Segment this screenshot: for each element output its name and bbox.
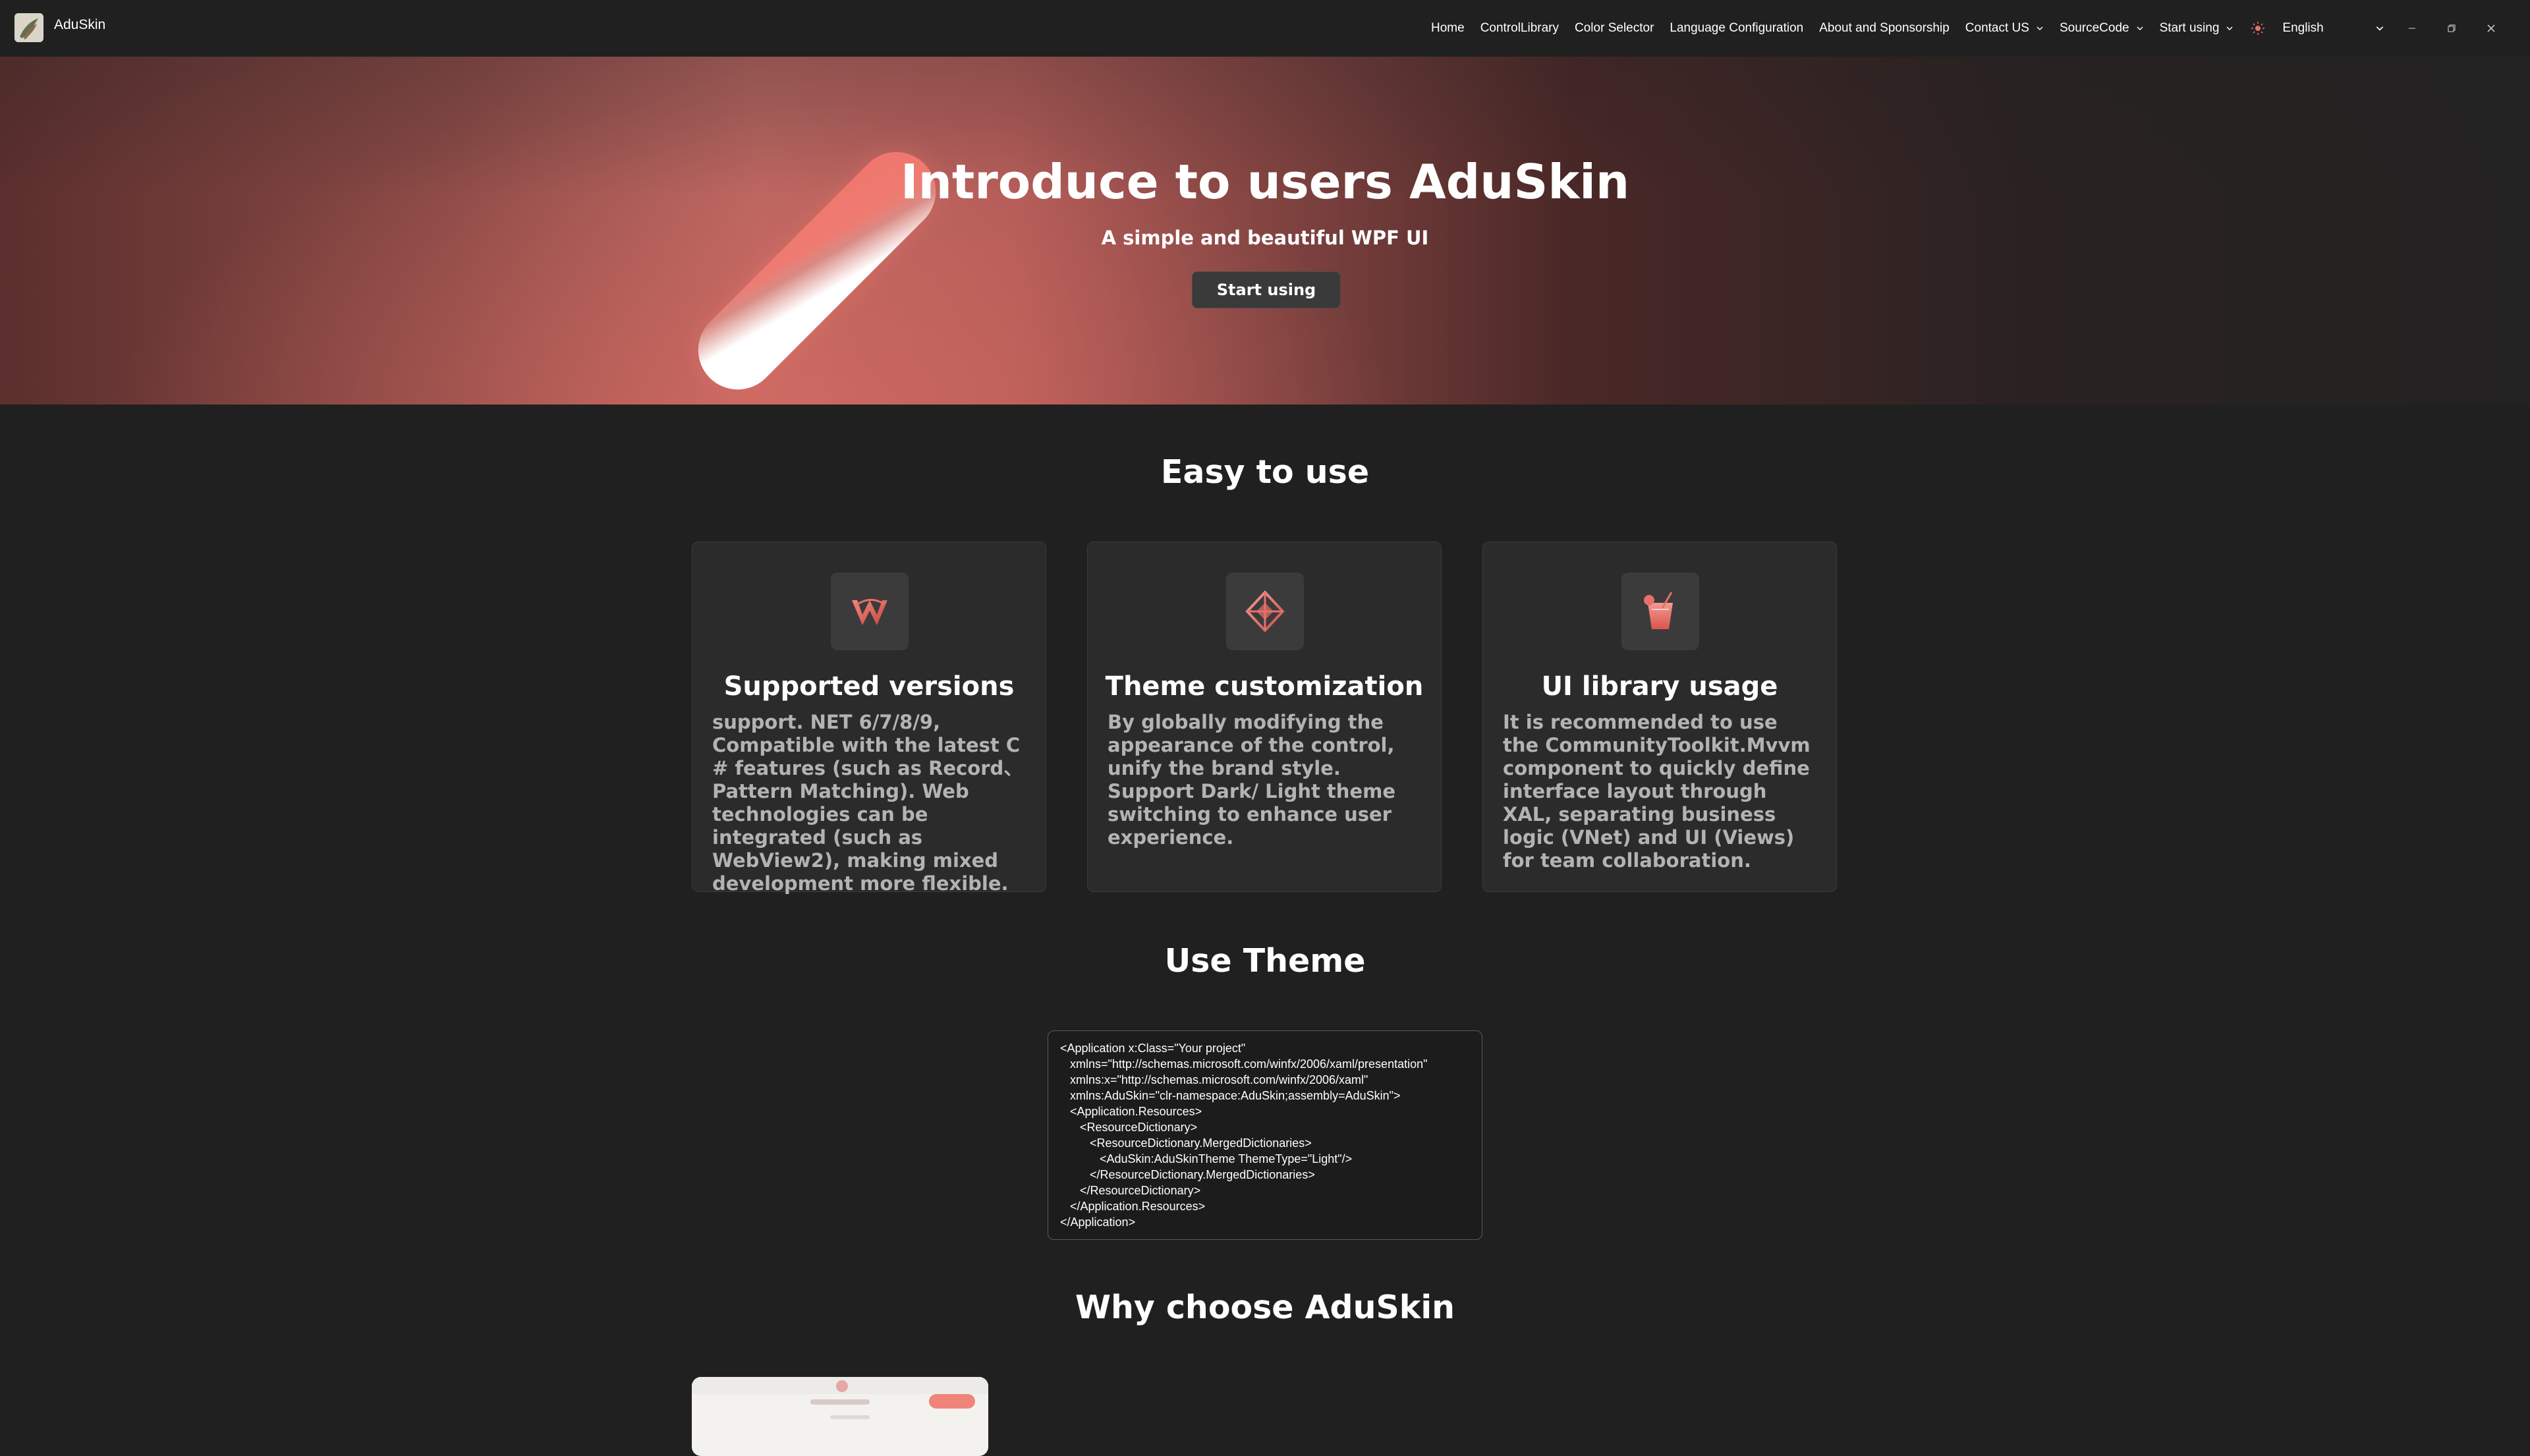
card-body: support. NET 6/7/8/9, Compatible with th… xyxy=(712,711,1023,895)
nav-item-home[interactable]: Home xyxy=(1423,21,1473,36)
card-title: UI library usage xyxy=(1541,671,1778,702)
card-icon-box xyxy=(1621,573,1699,650)
feature-card-ui-library: UI library usage It is recommended to us… xyxy=(1482,542,1837,892)
feature-card-versions: Supported versions support. NET 6/7/8/9,… xyxy=(692,542,1046,895)
nav-item-start-using[interactable]: Start using xyxy=(2152,21,2242,36)
card-icon-box xyxy=(831,573,909,650)
preview-card xyxy=(692,1377,988,1456)
app-title: AduSkin xyxy=(54,17,106,32)
card-body: It is recommended to use the CommunityTo… xyxy=(1503,711,1811,872)
minimize-icon xyxy=(2408,28,2415,29)
nav-label: Color Selector xyxy=(1575,21,1654,35)
title-bar: AduSkin Home ControlLibrary Color Select… xyxy=(0,0,2530,57)
hero-title: Introduce to users AduSkin xyxy=(900,154,1630,210)
drink-cup-icon xyxy=(1644,592,1673,629)
nav-label: Home xyxy=(1431,21,1465,35)
top-nav: Home ControlLibrary Color Selector Langu… xyxy=(1423,0,2511,57)
app-logo xyxy=(14,13,43,42)
language-value: English xyxy=(2282,21,2324,35)
minimize-button[interactable] xyxy=(2392,0,2432,57)
card-body: By globally modifying the appearance of … xyxy=(1108,711,1395,849)
chevron-down-icon xyxy=(2137,26,2143,30)
nav-label: About and Sponsorship xyxy=(1819,21,1950,35)
nav-label: Language Configuration xyxy=(1670,21,1804,35)
nav-item-about-sponsorship[interactable]: About and Sponsorship xyxy=(1811,21,1957,36)
theme-code-block: <Application x:Class="Your project" xmln… xyxy=(1048,1030,1482,1240)
nav-item-control-library[interactable]: ControlLibrary xyxy=(1473,21,1567,36)
restore-icon xyxy=(2448,24,2456,32)
section-title-easy: Easy to use xyxy=(1160,453,1370,491)
hero-subtitle: A simple and beautiful WPF UI xyxy=(1101,227,1429,249)
office-w-icon xyxy=(852,599,887,625)
nav-label: SourceCode xyxy=(2059,21,2129,35)
chevron-down-icon xyxy=(2376,26,2383,31)
section-title-why: Why choose AduSkin xyxy=(1075,1289,1455,1326)
close-icon xyxy=(2487,24,2495,32)
card-icon-box xyxy=(1226,573,1304,650)
nav-item-source-code[interactable]: SourceCode xyxy=(2052,21,2152,36)
nav-item-language-configuration[interactable]: Language Configuration xyxy=(1662,21,1811,36)
card-title: Supported versions xyxy=(723,671,1015,702)
hero-banner: Introduce to users AduSkin A simple and … xyxy=(0,57,2530,405)
start-using-button[interactable]: Start using xyxy=(1192,271,1341,308)
chevron-down-icon xyxy=(2037,26,2043,30)
card-title: Theme customization xyxy=(1105,671,1424,702)
preview-image xyxy=(692,1377,988,1456)
section-title-use-theme: Use Theme xyxy=(1164,942,1366,980)
sun-icon[interactable] xyxy=(2251,21,2265,36)
nav-item-color-selector[interactable]: Color Selector xyxy=(1567,21,1662,36)
restore-button[interactable] xyxy=(2432,0,2471,57)
nav-item-contact-us[interactable]: Contact US xyxy=(1957,21,2052,36)
close-button[interactable] xyxy=(2471,0,2511,57)
nav-label: ControlLibrary xyxy=(1480,21,1560,35)
feature-card-theme: Theme customization By globally modifyin… xyxy=(1087,542,1442,892)
chevron-down-icon xyxy=(2226,26,2233,30)
language-select[interactable]: English xyxy=(2277,21,2392,36)
nav-label: Start using xyxy=(2159,21,2220,35)
diamond-compass-icon xyxy=(1245,590,1285,632)
nav-label: Contact US xyxy=(1965,21,2029,35)
